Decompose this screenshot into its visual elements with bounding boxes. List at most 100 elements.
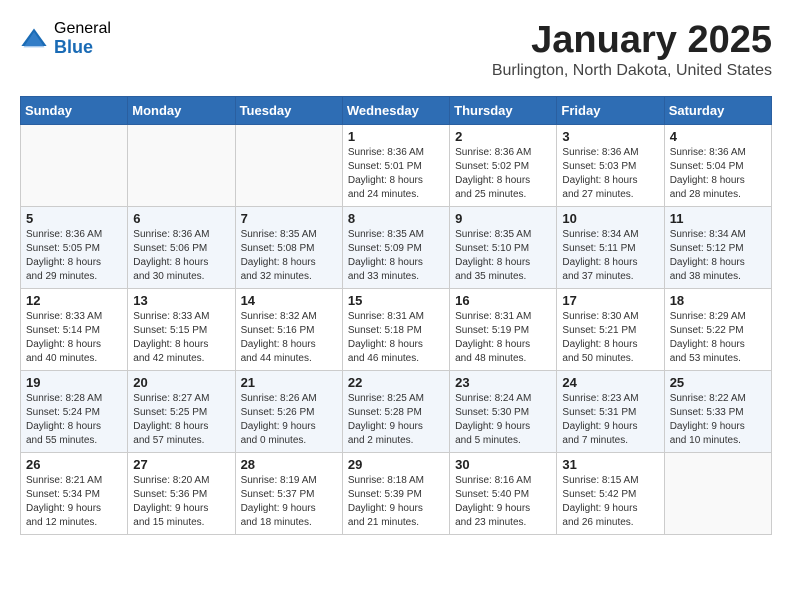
location: Burlington, North Dakota, United States xyxy=(492,62,772,80)
title-block: January 2025 Burlington, North Dakota, U… xyxy=(492,20,772,80)
cell-content: Sunrise: 8:19 AM Sunset: 5:37 PM Dayligh… xyxy=(241,474,337,530)
cell-content: Sunrise: 8:29 AM Sunset: 5:22 PM Dayligh… xyxy=(670,310,766,366)
day-number: 25 xyxy=(670,375,766,390)
weekday-header: Friday xyxy=(557,96,664,124)
calendar-cell: 23 Sunrise: 8:24 AM Sunset: 5:30 PM Dayli… xyxy=(450,370,557,452)
day-number: 6 xyxy=(133,211,229,226)
cell-content: Sunrise: 8:20 AM Sunset: 5:36 PM Dayligh… xyxy=(133,474,229,530)
logo-text: General Blue xyxy=(54,20,111,57)
cell-content: Sunrise: 8:18 AM Sunset: 5:39 PM Dayligh… xyxy=(348,474,444,530)
cell-content: Sunrise: 8:31 AM Sunset: 5:18 PM Dayligh… xyxy=(348,310,444,366)
day-number: 12 xyxy=(26,293,122,308)
weekday-header: Wednesday xyxy=(342,96,449,124)
calendar-cell: 25 Sunrise: 8:22 AM Sunset: 5:33 PM Dayli… xyxy=(664,370,771,452)
calendar-week-row: 19Sunrise: 8:28 AM Sunset: 5:24 PM Dayli… xyxy=(21,370,772,452)
calendar-cell: 14Sunrise: 8:32 AM Sunset: 5:16 PM Dayli… xyxy=(235,288,342,370)
month-title: January 2025 xyxy=(492,20,772,62)
logo-general: General xyxy=(54,20,111,38)
cell-content: Sunrise: 8:34 AM Sunset: 5:12 PM Dayligh… xyxy=(670,228,766,284)
day-number: 26 xyxy=(26,457,122,472)
calendar-week-row: 12 Sunrise: 8:33 AM Sunset: 5:14 PM Dayli… xyxy=(21,288,772,370)
day-number: 17 xyxy=(562,293,658,308)
calendar-cell xyxy=(664,452,771,534)
calendar-cell: 13Sunrise: 8:33 AM Sunset: 5:15 PM Dayli… xyxy=(128,288,235,370)
cell-content: Sunrise: 8:30 AM Sunset: 5:21 PM Dayligh… xyxy=(562,310,658,366)
calendar-cell: 7 Sunrise: 8:35 AM Sunset: 5:08 PM Daylig… xyxy=(235,206,342,288)
day-number: 31 xyxy=(562,457,658,472)
day-number: 29 xyxy=(348,457,444,472)
calendar-cell: 31 Sunrise: 8:15 AM Sunset: 5:42 PM Dayli… xyxy=(557,452,664,534)
day-number: 23 xyxy=(455,375,551,390)
day-number: 5 xyxy=(26,211,122,226)
cell-content: Sunrise: 8:32 AM Sunset: 5:16 PM Dayligh… xyxy=(241,310,337,366)
calendar-cell: 28Sunrise: 8:19 AM Sunset: 5:37 PM Dayli… xyxy=(235,452,342,534)
cell-content: Sunrise: 8:21 AM Sunset: 5:34 PM Dayligh… xyxy=(26,474,122,530)
day-number: 1 xyxy=(348,129,444,144)
calendar-week-row: 1 Sunrise: 8:36 AM Sunset: 5:01 PM Daylig… xyxy=(21,124,772,206)
day-number: 22 xyxy=(348,375,444,390)
cell-content: Sunrise: 8:36 AM Sunset: 5:06 PM Dayligh… xyxy=(133,228,229,284)
calendar-cell: 21 Sunrise: 8:26 AM Sunset: 5:26 PM Dayli… xyxy=(235,370,342,452)
calendar-cell: 2 Sunrise: 8:36 AM Sunset: 5:02 PM Daylig… xyxy=(450,124,557,206)
cell-content: Sunrise: 8:36 AM Sunset: 5:04 PM Dayligh… xyxy=(670,146,766,202)
calendar-cell xyxy=(235,124,342,206)
calendar-cell: 27Sunrise: 8:20 AM Sunset: 5:36 PM Dayli… xyxy=(128,452,235,534)
calendar-cell: 10Sunrise: 8:34 AM Sunset: 5:11 PM Dayli… xyxy=(557,206,664,288)
day-number: 8 xyxy=(348,211,444,226)
cell-content: Sunrise: 8:36 AM Sunset: 5:01 PM Dayligh… xyxy=(348,146,444,202)
calendar-week-row: 5 Sunrise: 8:36 AM Sunset: 5:05 PM Daylig… xyxy=(21,206,772,288)
logo-blue: Blue xyxy=(54,38,111,58)
cell-content: Sunrise: 8:33 AM Sunset: 5:14 PM Dayligh… xyxy=(26,310,122,366)
weekday-header: Saturday xyxy=(664,96,771,124)
day-number: 21 xyxy=(241,375,337,390)
calendar-week-row: 26 Sunrise: 8:21 AM Sunset: 5:34 PM Dayli… xyxy=(21,452,772,534)
cell-content: Sunrise: 8:36 AM Sunset: 5:05 PM Dayligh… xyxy=(26,228,122,284)
calendar-cell: 11Sunrise: 8:34 AM Sunset: 5:12 PM Dayli… xyxy=(664,206,771,288)
calendar-cell: 24Sunrise: 8:23 AM Sunset: 5:31 PM Dayli… xyxy=(557,370,664,452)
weekday-header: Monday xyxy=(128,96,235,124)
calendar-cell: 18Sunrise: 8:29 AM Sunset: 5:22 PM Dayli… xyxy=(664,288,771,370)
day-number: 15 xyxy=(348,293,444,308)
day-number: 20 xyxy=(133,375,229,390)
cell-content: Sunrise: 8:15 AM Sunset: 5:42 PM Dayligh… xyxy=(562,474,658,530)
cell-content: Sunrise: 8:31 AM Sunset: 5:19 PM Dayligh… xyxy=(455,310,551,366)
calendar-cell: 6 Sunrise: 8:36 AM Sunset: 5:06 PM Daylig… xyxy=(128,206,235,288)
cell-content: Sunrise: 8:36 AM Sunset: 5:02 PM Dayligh… xyxy=(455,146,551,202)
calendar-cell: 5 Sunrise: 8:36 AM Sunset: 5:05 PM Daylig… xyxy=(21,206,128,288)
calendar-cell: 19Sunrise: 8:28 AM Sunset: 5:24 PM Dayli… xyxy=(21,370,128,452)
cell-content: Sunrise: 8:35 AM Sunset: 5:08 PM Dayligh… xyxy=(241,228,337,284)
calendar-cell xyxy=(21,124,128,206)
calendar-cell: 20Sunrise: 8:27 AM Sunset: 5:25 PM Dayli… xyxy=(128,370,235,452)
calendar-cell: 17 Sunrise: 8:30 AM Sunset: 5:21 PM Dayli… xyxy=(557,288,664,370)
weekday-header: Thursday xyxy=(450,96,557,124)
day-number: 3 xyxy=(562,129,658,144)
page-header: General Blue January 2025 Burlington, No… xyxy=(20,20,772,80)
calendar-cell: 1 Sunrise: 8:36 AM Sunset: 5:01 PM Daylig… xyxy=(342,124,449,206)
calendar-cell: 3Sunrise: 8:36 AM Sunset: 5:03 PM Daylig… xyxy=(557,124,664,206)
calendar-cell: 22 Sunrise: 8:25 AM Sunset: 5:28 PM Dayli… xyxy=(342,370,449,452)
cell-content: Sunrise: 8:22 AM Sunset: 5:33 PM Dayligh… xyxy=(670,392,766,448)
weekday-header-row: SundayMondayTuesdayWednesdayThursdayFrid… xyxy=(21,96,772,124)
cell-content: Sunrise: 8:23 AM Sunset: 5:31 PM Dayligh… xyxy=(562,392,658,448)
calendar-cell: 16 Sunrise: 8:31 AM Sunset: 5:19 PM Dayli… xyxy=(450,288,557,370)
day-number: 16 xyxy=(455,293,551,308)
day-number: 10 xyxy=(562,211,658,226)
calendar-cell: 12 Sunrise: 8:33 AM Sunset: 5:14 PM Dayli… xyxy=(21,288,128,370)
weekday-header: Tuesday xyxy=(235,96,342,124)
cell-content: Sunrise: 8:28 AM Sunset: 5:24 PM Dayligh… xyxy=(26,392,122,448)
calendar-cell: 8 Sunrise: 8:35 AM Sunset: 5:09 PM Daylig… xyxy=(342,206,449,288)
day-number: 2 xyxy=(455,129,551,144)
day-number: 7 xyxy=(241,211,337,226)
cell-content: Sunrise: 8:35 AM Sunset: 5:09 PM Dayligh… xyxy=(348,228,444,284)
calendar-table: SundayMondayTuesdayWednesdayThursdayFrid… xyxy=(20,96,772,535)
cell-content: Sunrise: 8:33 AM Sunset: 5:15 PM Dayligh… xyxy=(133,310,229,366)
calendar-cell: 26 Sunrise: 8:21 AM Sunset: 5:34 PM Dayli… xyxy=(21,452,128,534)
day-number: 4 xyxy=(670,129,766,144)
weekday-header: Sunday xyxy=(21,96,128,124)
cell-content: Sunrise: 8:24 AM Sunset: 5:30 PM Dayligh… xyxy=(455,392,551,448)
calendar-cell: 29 Sunrise: 8:18 AM Sunset: 5:39 PM Dayli… xyxy=(342,452,449,534)
day-number: 9 xyxy=(455,211,551,226)
cell-content: Sunrise: 8:25 AM Sunset: 5:28 PM Dayligh… xyxy=(348,392,444,448)
cell-content: Sunrise: 8:26 AM Sunset: 5:26 PM Dayligh… xyxy=(241,392,337,448)
calendar-cell: 9Sunrise: 8:35 AM Sunset: 5:10 PM Daylig… xyxy=(450,206,557,288)
